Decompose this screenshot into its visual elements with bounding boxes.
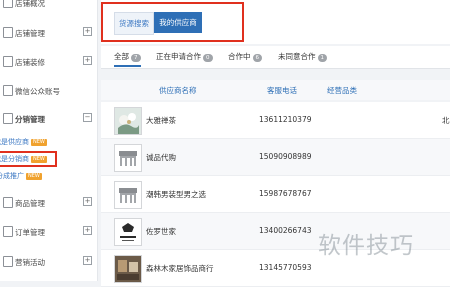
tab-label: 合作中 bbox=[228, 52, 251, 61]
tab-label: 正在申请合作 bbox=[156, 52, 201, 61]
supplier-phone: 13400266743 bbox=[259, 226, 312, 235]
supplier-phone: 15987678767 bbox=[259, 189, 312, 198]
supplier-region: 北 bbox=[442, 116, 450, 125]
table-header: 供应商名称 客服电话 经营品类 bbox=[101, 80, 450, 100]
sidebar-item-label: 分销管理 bbox=[15, 115, 45, 124]
sidebar-item-store-overview[interactable]: 店铺概况 bbox=[0, 0, 97, 12]
supplier-phone: 15090908989 bbox=[259, 152, 312, 161]
column-header-category: 经营品类 bbox=[327, 86, 357, 95]
tab-applying[interactable]: 正在申请合作 0 bbox=[156, 51, 213, 62]
new-badge: NEW bbox=[31, 138, 47, 146]
tab-all[interactable]: 全部 7 bbox=[114, 51, 141, 67]
expand-icon[interactable]: + bbox=[83, 256, 92, 265]
tea-photo-thumbnail bbox=[114, 107, 142, 135]
supplier-name[interactable]: 潮韩男装型男之选 bbox=[146, 189, 206, 200]
products-icon bbox=[3, 197, 13, 208]
sidebar-item-label: 微信公众账号 bbox=[15, 87, 60, 96]
orders-icon bbox=[3, 226, 13, 237]
tab-not-agreed[interactable]: 未同意合作 1 bbox=[278, 51, 327, 62]
store-decoration-icon bbox=[3, 56, 13, 67]
sidebar-subitem-label: 分成推广 bbox=[0, 172, 24, 180]
sidebar-item-distribution[interactable]: 分销管理 − bbox=[0, 110, 97, 128]
sidebar-subitem-label: 我是供应商 bbox=[0, 138, 29, 146]
sidebar-item-label: 店铺管理 bbox=[15, 29, 45, 38]
shop-icon bbox=[114, 181, 142, 209]
sidebar-subitem-promotion[interactable]: 分成推广NEW bbox=[0, 171, 42, 181]
tab-label: 全部 bbox=[114, 52, 129, 61]
sidebar-item-label: 订单管理 bbox=[15, 228, 45, 237]
tab-count: 7 bbox=[131, 54, 141, 62]
supplier-name[interactable]: 诚品代购 bbox=[146, 152, 176, 163]
sidebar-item-orders[interactable]: 订单管理 + bbox=[0, 223, 97, 241]
supplier-name[interactable]: 森林木家居饰品商行 bbox=[146, 263, 214, 274]
tab-cooperating[interactable]: 合作中 6 bbox=[228, 51, 262, 62]
sidebar-subitem-supplier[interactable]: 我是供应商NEW bbox=[0, 137, 47, 147]
sidebar: 店铺概况 店铺管理 + 店铺装修 + 微信公众账号 分销管理 − 我是供应商NE… bbox=[0, 0, 98, 281]
collapse-icon[interactable]: − bbox=[83, 113, 92, 122]
watermark: 软件技巧 bbox=[318, 233, 414, 259]
sidebar-item-store-management[interactable]: 店铺管理 + bbox=[0, 24, 97, 42]
store-management-icon bbox=[3, 27, 13, 38]
expand-icon[interactable]: + bbox=[83, 27, 92, 36]
tab-label: 未同意合作 bbox=[278, 52, 316, 61]
table-row[interactable]: 诚品代购 15090908989 bbox=[101, 139, 450, 176]
tab-count: 6 bbox=[252, 54, 262, 62]
expand-icon[interactable]: + bbox=[83, 56, 92, 65]
column-header-phone: 客服电话 bbox=[267, 86, 297, 95]
sidebar-item-products[interactable]: 商品管理 + bbox=[0, 194, 97, 212]
wechat-icon bbox=[3, 85, 13, 96]
supplier-name[interactable]: 佐罗世家 bbox=[146, 226, 176, 237]
zorro-logo-thumbnail bbox=[114, 218, 142, 246]
new-badge: NEW bbox=[26, 172, 42, 180]
sidebar-item-store-decoration[interactable]: 店铺装修 + bbox=[0, 53, 97, 71]
sidebar-item-label: 店铺装修 bbox=[15, 58, 45, 67]
furniture-photo-thumbnail bbox=[114, 255, 142, 283]
supplier-phone: 13611210379 bbox=[259, 115, 312, 124]
table-row[interactable]: 潮韩男装型男之选 15987678767 bbox=[101, 176, 450, 213]
shop-icon bbox=[114, 144, 142, 172]
expand-icon[interactable]: + bbox=[83, 197, 92, 206]
tab-count: 1 bbox=[317, 54, 327, 62]
column-header-supplier: 供应商名称 bbox=[159, 86, 197, 95]
sidebar-item-label: 营销活动 bbox=[15, 258, 45, 267]
expand-icon[interactable]: + bbox=[83, 226, 92, 235]
tab-bar: 全部 7 正在申请合作 0 合作中 6 未同意合作 1 bbox=[101, 46, 450, 69]
supplier-phone: 13145770593 bbox=[259, 263, 312, 272]
distribution-icon bbox=[3, 113, 13, 124]
table-row[interactable]: 大雅禅茶 13611210379 北 bbox=[101, 102, 450, 139]
marketing-icon bbox=[3, 256, 13, 267]
sidebar-item-wechat-account[interactable]: 微信公众账号 bbox=[0, 82, 97, 100]
tab-count: 0 bbox=[203, 54, 213, 62]
sidebar-item-marketing[interactable]: 营销活动 + bbox=[0, 253, 97, 271]
highlight-box bbox=[0, 151, 57, 167]
supplier-name[interactable]: 大雅禅茶 bbox=[146, 115, 176, 126]
sidebar-item-label: 商品管理 bbox=[15, 199, 45, 208]
highlight-box bbox=[101, 2, 244, 42]
sidebar-item-label: 店铺概况 bbox=[15, 0, 45, 8]
store-overview-icon bbox=[3, 0, 13, 8]
